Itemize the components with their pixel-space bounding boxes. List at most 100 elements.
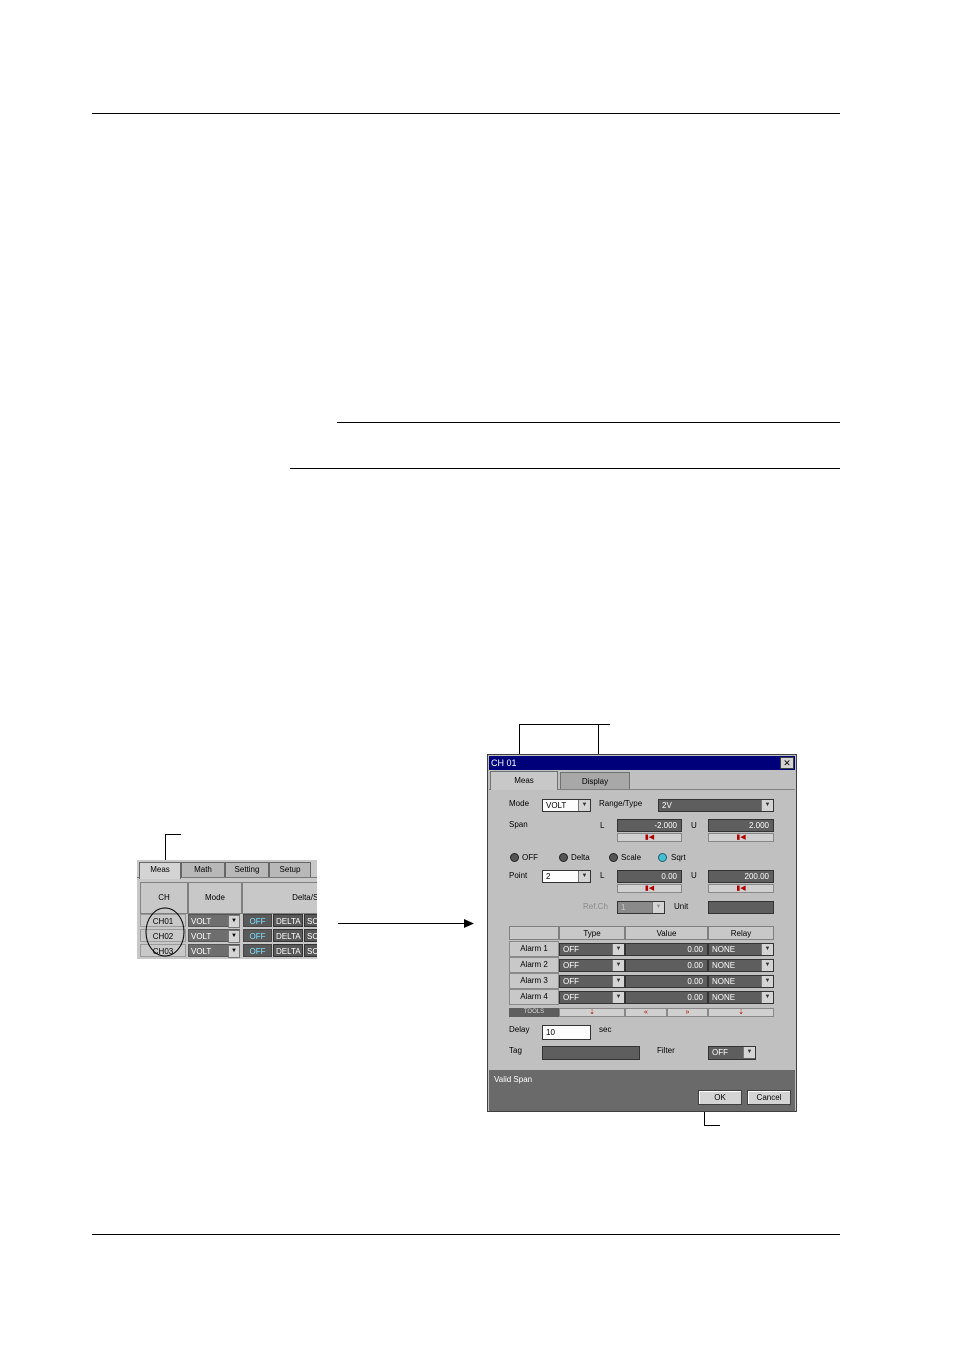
- dialog-titlebar: CH 01: [489, 756, 795, 770]
- bottom-rule: [92, 1234, 840, 1235]
- mode-select[interactable]: VOLT ▼: [542, 799, 591, 812]
- alarm-4-relay[interactable]: NONE ▼: [708, 991, 774, 1004]
- span-l-input[interactable]: -2.000: [617, 819, 682, 832]
- dialog-title: CH 01: [491, 758, 517, 768]
- chevron-down-icon[interactable]: ▼: [228, 915, 240, 928]
- row-ch01-sc[interactable]: SC: [304, 914, 317, 927]
- ok-button[interactable]: OK: [698, 1090, 742, 1105]
- point-select[interactable]: 2 ▼: [542, 870, 591, 883]
- point-u-spinner[interactable]: ▮◀: [708, 884, 774, 893]
- tools-value-left[interactable]: «: [625, 1008, 667, 1017]
- row-ch03-off[interactable]: OFF: [243, 944, 272, 957]
- chevron-down-icon[interactable]: ▼: [578, 871, 590, 882]
- tag-input[interactable]: [542, 1046, 640, 1060]
- alarm-2-relay[interactable]: NONE ▼: [708, 959, 774, 972]
- row-ch01-off[interactable]: OFF: [243, 914, 272, 927]
- point-u-input[interactable]: 200.00: [708, 870, 774, 883]
- span-u-spinner[interactable]: ▮◀: [708, 833, 774, 842]
- refch-value: 1: [621, 903, 626, 912]
- header-mode: Mode: [188, 882, 242, 914]
- chevron-down-icon[interactable]: ▼: [612, 944, 624, 955]
- alarm-type-value: OFF: [563, 993, 579, 1002]
- alarm-1-relay[interactable]: NONE ▼: [708, 943, 774, 956]
- tools-label: TOOLS: [509, 1008, 559, 1017]
- step-icon: ▮◀: [736, 834, 746, 841]
- ch-highlight-ellipse: [145, 907, 185, 957]
- alarm-3-type[interactable]: OFF ▼: [559, 975, 625, 988]
- header-delta-scale: Delta/Scale: [242, 882, 317, 914]
- alarm-1-value[interactable]: 0.00: [625, 943, 708, 956]
- tools-relay-copy[interactable]: ⇣: [708, 1008, 774, 1017]
- row-ch02-delta[interactable]: DELTA: [273, 929, 303, 942]
- chevron-down-icon[interactable]: ▼: [761, 992, 773, 1003]
- alarm-relay-value: NONE: [712, 961, 736, 970]
- alarm-3-relay[interactable]: NONE ▼: [708, 975, 774, 988]
- filter-select[interactable]: OFF ▼: [708, 1046, 756, 1060]
- point-label: Point: [509, 871, 528, 880]
- chevron-down-icon[interactable]: ▼: [612, 976, 624, 987]
- row-ch02-sc[interactable]: SC: [304, 929, 317, 942]
- alarm-4-value[interactable]: 0.00: [625, 991, 708, 1004]
- mode-label: Mode: [509, 799, 530, 808]
- alarm-relay-value: NONE: [712, 977, 736, 986]
- section-rule-2: [290, 468, 840, 469]
- radio-scale[interactable]: [609, 853, 618, 862]
- mini-tab-meas[interactable]: Meas: [139, 862, 181, 879]
- alarm-4-type[interactable]: OFF ▼: [559, 991, 625, 1004]
- chevron-down-icon[interactable]: ▼: [761, 944, 773, 955]
- alarm-2-value[interactable]: 0.00: [625, 959, 708, 972]
- chevron-down-icon[interactable]: ▼: [228, 930, 240, 943]
- tab-display[interactable]: Display: [560, 772, 630, 789]
- row-ch03-delta[interactable]: DELTA: [273, 944, 303, 957]
- chevron-down-icon[interactable]: ▼: [612, 960, 624, 971]
- cancel-button[interactable]: Cancel: [747, 1090, 791, 1105]
- row-ch01-delta[interactable]: DELTA: [273, 914, 303, 927]
- radio-sqrt-label: Sqrt: [671, 853, 686, 862]
- step-icon: ▮◀: [644, 834, 655, 841]
- status-text: Valid Span: [494, 1075, 533, 1084]
- chevron-down-icon[interactable]: ▼: [228, 945, 240, 958]
- chevron-down-icon[interactable]: ▼: [761, 976, 773, 987]
- span-l-spinner[interactable]: ▮◀: [617, 833, 682, 842]
- range-type-select[interactable]: 2V ▼: [658, 799, 774, 812]
- copy-down-icon: ⇣: [589, 1009, 595, 1016]
- chevron-down-icon[interactable]: ▼: [761, 800, 773, 811]
- span-u-input[interactable]: 2.000: [708, 819, 774, 832]
- span-u-label: U: [691, 821, 697, 830]
- alarm-header-value: Value: [625, 926, 708, 940]
- radio-delta[interactable]: [559, 853, 568, 862]
- mode-value: VOLT: [191, 917, 212, 926]
- span-label: Span: [509, 820, 528, 829]
- chevron-down-icon[interactable]: ▼: [578, 800, 590, 811]
- mini-tab-math[interactable]: Math: [181, 862, 225, 877]
- radio-sqrt[interactable]: [658, 853, 667, 862]
- mini-tab-setup[interactable]: Setup: [269, 862, 311, 877]
- span-l-label: L: [600, 821, 605, 830]
- close-icon[interactable]: ✕: [780, 757, 794, 769]
- radio-off[interactable]: [510, 853, 519, 862]
- row-ch02-off[interactable]: OFF: [243, 929, 272, 942]
- delay-input[interactable]: 10: [542, 1025, 591, 1040]
- chevron-down-icon[interactable]: ▼: [761, 960, 773, 971]
- mode-value: VOLT: [191, 932, 212, 941]
- alarm-2-type[interactable]: OFF ▼: [559, 959, 625, 972]
- callout-ch-top: [165, 834, 181, 835]
- point-l-label: L: [600, 871, 605, 880]
- chevron-down-icon[interactable]: ▼: [743, 1047, 755, 1058]
- tools-value-right[interactable]: »: [667, 1008, 708, 1017]
- chevron-down-icon[interactable]: ▼: [612, 992, 624, 1003]
- alarm-2-label: Alarm 2: [509, 957, 559, 973]
- alarm-1-type[interactable]: OFF ▼: [559, 943, 625, 956]
- mini-tab-setting[interactable]: Setting: [225, 862, 269, 877]
- tab-meas[interactable]: Meas: [490, 771, 558, 790]
- alarm-4-label: Alarm 4: [509, 989, 559, 1005]
- point-l-spinner[interactable]: ▮◀: [617, 884, 682, 893]
- tools-type-copy[interactable]: ⇣: [559, 1008, 625, 1017]
- alarm-header-type: Type: [559, 926, 625, 940]
- alarm-3-value[interactable]: 0.00: [625, 975, 708, 988]
- delay-unit: sec: [599, 1025, 612, 1034]
- alarm-relay-value: NONE: [712, 993, 736, 1002]
- unit-input[interactable]: [708, 901, 774, 914]
- row-ch03-sc[interactable]: SC: [304, 944, 317, 957]
- point-l-input[interactable]: 0.00: [617, 870, 682, 883]
